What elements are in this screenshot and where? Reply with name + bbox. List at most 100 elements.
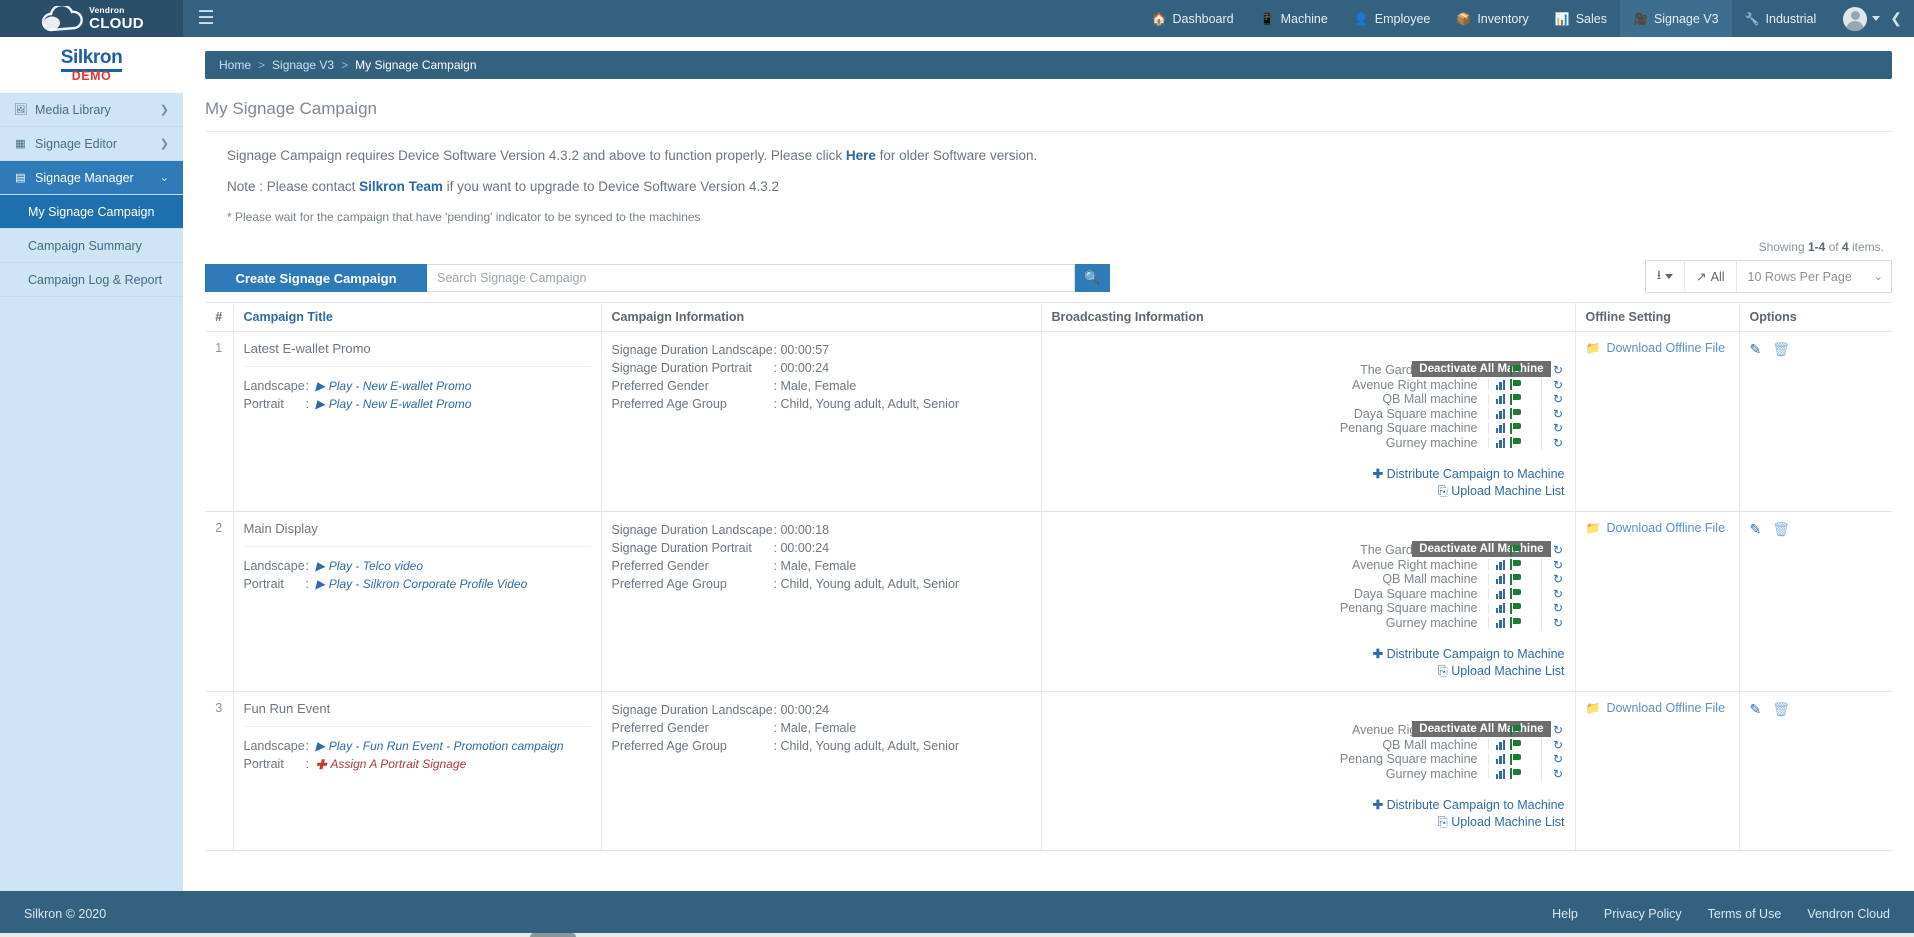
sidebar-item-signage-editor[interactable]: ▦ Signage Editor ❯ — [0, 127, 183, 161]
nav-item-employee[interactable]: 👤 Employee — [1341, 0, 1444, 37]
flag-icon[interactable] — [1510, 768, 1521, 779]
bar-chart-icon[interactable] — [1496, 394, 1506, 404]
horizontal-scrollbar[interactable] — [0, 933, 1914, 937]
nav-item-industrial[interactable]: 🔧 Industrial — [1732, 0, 1830, 37]
breadcrumb-signage-v3[interactable]: Signage V3 — [272, 58, 334, 72]
flag-icon[interactable] — [1510, 423, 1521, 434]
edit-icon[interactable]: ✎ — [1750, 701, 1762, 718]
sync-icon[interactable]: ↻ — [1541, 767, 1565, 781]
nav-item-signage-v3[interactable]: 🎥 Signage V3 — [1620, 0, 1732, 37]
landscape-signage-link[interactable]: ▶ Play - Telco video — [316, 559, 424, 573]
sync-icon[interactable]: ↻ — [1541, 392, 1565, 406]
nav-item-dashboard[interactable]: 🏠 Dashboard — [1139, 0, 1247, 37]
bar-chart-icon[interactable] — [1496, 438, 1506, 448]
trash-icon[interactable]: 🗑 — [1772, 521, 1790, 538]
flag-icon[interactable] — [1510, 754, 1521, 765]
bar-chart-icon[interactable] — [1496, 740, 1506, 750]
flag-icon[interactable] — [1510, 725, 1521, 736]
flag-icon[interactable] — [1510, 365, 1521, 376]
sync-icon[interactable]: ↻ — [1541, 436, 1565, 450]
upload-machine-list-link[interactable]: ⎘ Upload Machine List — [1052, 484, 1565, 499]
bar-chart-icon[interactable] — [1496, 380, 1506, 390]
flag-icon[interactable] — [1510, 545, 1521, 556]
bar-chart-icon[interactable] — [1496, 409, 1506, 419]
here-link[interactable]: Here — [846, 148, 876, 163]
distribute-campaign-link[interactable]: ✚ Distribute Campaign to Machine — [1052, 646, 1565, 661]
flag-icon[interactable] — [1510, 617, 1521, 628]
export-dropdown-button[interactable]: ⭳ — [1646, 261, 1685, 292]
bar-chart-icon[interactable] — [1496, 589, 1506, 599]
bar-chart-icon[interactable] — [1496, 603, 1506, 613]
sync-icon[interactable]: ↻ — [1541, 558, 1565, 572]
edit-icon[interactable]: ✎ — [1750, 521, 1762, 538]
scrollbar-thumb[interactable] — [530, 933, 576, 937]
create-signage-campaign-button[interactable]: Create Signage Campaign — [205, 264, 427, 292]
footer-link-privacy-policy[interactable]: Privacy Policy — [1604, 907, 1682, 921]
flag-icon[interactable] — [1510, 394, 1521, 405]
download-offline-file-link[interactable]: 📁 Download Offline File — [1586, 701, 1729, 715]
footer-link-help[interactable]: Help — [1552, 907, 1578, 921]
bar-chart-icon[interactable] — [1496, 574, 1506, 584]
sync-icon[interactable]: ↻ — [1541, 738, 1565, 752]
flag-icon[interactable] — [1510, 408, 1521, 419]
user-menu[interactable] — [1829, 7, 1890, 31]
bar-chart-icon[interactable] — [1496, 423, 1506, 433]
sidebar-subitem-campaign-summary[interactable]: Campaign Summary — [0, 229, 183, 263]
distribute-campaign-link[interactable]: ✚ Distribute Campaign to Machine — [1052, 797, 1565, 812]
bar-chart-icon[interactable] — [1496, 754, 1506, 764]
flag-icon[interactable] — [1510, 437, 1521, 448]
chevron-left-icon[interactable]: ❮ — [1890, 10, 1914, 27]
bar-chart-icon[interactable] — [1496, 769, 1506, 779]
nav-item-machine[interactable]: 📱 Machine — [1247, 0, 1341, 37]
sidebar-subitem-my-signage-campaign[interactable]: My Signage Campaign — [0, 195, 183, 229]
edit-icon[interactable]: ✎ — [1750, 341, 1762, 358]
sync-icon[interactable]: ↻ — [1541, 616, 1565, 630]
sidebar-subitem-campaign-log-report[interactable]: Campaign Log & Report — [0, 263, 183, 297]
silkron-team-link[interactable]: Silkron Team — [359, 179, 443, 194]
bar-chart-icon[interactable] — [1496, 618, 1506, 628]
sidebar-item-media-library[interactable]: 🖼 Media Library ❯ — [0, 93, 183, 127]
sync-icon[interactable]: ↻ — [1541, 572, 1565, 586]
upload-machine-list-link[interactable]: ⎘ Upload Machine List — [1052, 664, 1565, 679]
sync-icon[interactable]: ↻ — [1541, 752, 1565, 766]
rows-per-page-select[interactable]: 10 Rows Per Page ⌄ — [1737, 261, 1891, 292]
sync-icon[interactable]: ↻ — [1541, 601, 1565, 615]
flag-icon[interactable] — [1510, 379, 1521, 390]
portrait-signage-link[interactable]: ▶ Play - Silkron Corporate Profile Video — [316, 577, 528, 591]
deactivate-all-machine-button[interactable]: Deactivate All Machine — [1412, 721, 1550, 737]
flag-icon[interactable] — [1510, 559, 1521, 570]
nav-item-sales[interactable]: 📊 Sales — [1542, 0, 1620, 37]
landscape-signage-link[interactable]: ▶ Play - Fun Run Event - Promotion campa… — [316, 739, 564, 753]
brand-logo[interactable]: Vendron CLOUD — [0, 0, 183, 37]
search-input[interactable] — [427, 264, 1075, 292]
sync-icon[interactable]: ↻ — [1541, 378, 1565, 392]
portrait-signage-link[interactable]: ▶ Play - New E-wallet Promo — [316, 397, 472, 411]
footer-link-vendron-cloud[interactable]: Vendron Cloud — [1807, 907, 1890, 921]
trash-icon[interactable]: 🗑 — [1772, 341, 1790, 358]
sync-icon[interactable]: ↻ — [1541, 407, 1565, 421]
distribute-campaign-link[interactable]: ✚ Distribute Campaign to Machine — [1052, 466, 1565, 481]
landscape-signage-link[interactable]: ▶ Play - New E-wallet Promo — [316, 379, 472, 393]
assign-portrait-signage-link[interactable]: ✚ Assign A Portrait Signage — [316, 757, 467, 771]
nav-item-inventory[interactable]: 📦 Inventory — [1443, 0, 1541, 37]
column-header-campaign-title[interactable]: Campaign Title — [233, 303, 601, 332]
flag-icon[interactable] — [1510, 603, 1521, 614]
bar-chart-icon[interactable] — [1496, 560, 1506, 570]
flag-icon[interactable] — [1510, 739, 1521, 750]
sidebar-item-signage-manager[interactable]: ▤ Signage Manager ⌄ — [0, 161, 183, 195]
upload-machine-list-link[interactable]: ⎘ Upload Machine List — [1052, 815, 1565, 830]
deactivate-all-machine-button[interactable]: Deactivate All Machine — [1412, 361, 1550, 377]
footer-link-terms-of-use[interactable]: Terms of Use — [1708, 907, 1782, 921]
download-offline-file-link[interactable]: 📁 Download Offline File — [1586, 521, 1729, 535]
expand-all-button[interactable]: ↗ All — [1685, 261, 1736, 292]
search-button[interactable]: 🔍 — [1075, 264, 1110, 292]
sync-icon[interactable]: ↻ — [1541, 421, 1565, 435]
deactivate-all-machine-button[interactable]: Deactivate All Machine — [1412, 541, 1550, 557]
trash-icon[interactable]: 🗑 — [1772, 701, 1790, 718]
download-offline-file-link[interactable]: 📁 Download Offline File — [1586, 341, 1729, 355]
sync-icon[interactable]: ↻ — [1541, 587, 1565, 601]
flag-icon[interactable] — [1510, 574, 1521, 585]
hamburger-icon[interactable]: ☰ — [183, 0, 229, 37]
breadcrumb-home[interactable]: Home — [219, 58, 251, 72]
flag-icon[interactable] — [1510, 588, 1521, 599]
